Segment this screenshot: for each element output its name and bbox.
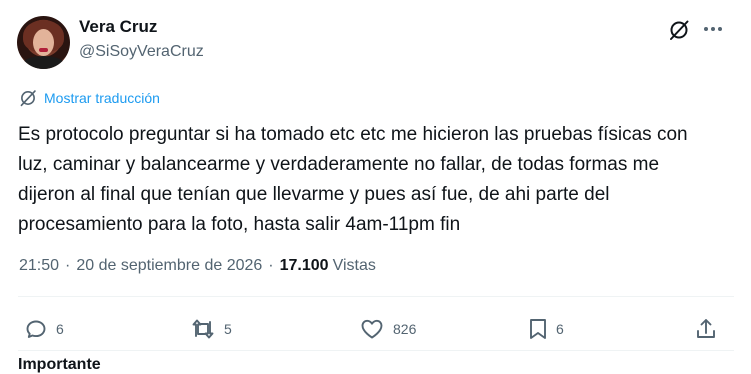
reply-count: 6 (56, 321, 64, 337)
divider (18, 296, 734, 297)
bookmark-button[interactable]: 6 (528, 317, 564, 341)
share-button[interactable] (694, 317, 718, 341)
reply-button[interactable]: 6 (24, 317, 64, 341)
grok-icon[interactable] (668, 19, 690, 41)
bookmark-icon (528, 317, 548, 341)
share-icon (694, 317, 718, 341)
avatar[interactable] (17, 16, 70, 69)
repost-button[interactable]: 5 (190, 317, 232, 341)
meta-separator: · (268, 257, 274, 274)
like-count: 826 (393, 321, 417, 337)
divider (18, 350, 734, 351)
avatar-lips (39, 48, 48, 52)
reply-icon (24, 317, 48, 341)
author-name[interactable]: Vera Cruz (79, 17, 157, 37)
show-translation-button[interactable]: Mostrar traducción (19, 89, 160, 107)
avatar-shoulder (21, 56, 66, 69)
meta-separator: · (65, 257, 71, 274)
tweet-time[interactable]: 21:50 (19, 257, 59, 275)
tweet-text: Es protocolo preguntar si ha tomado etc … (18, 124, 688, 235)
translate-icon (19, 89, 37, 107)
repost-icon (190, 317, 216, 341)
tweet-date[interactable]: 20 de septiembre de 2026 (76, 257, 262, 275)
tweet-meta: 21:50 · 20 de septiembre de 2026 · 17.10… (19, 257, 376, 275)
bookmark-count: 6 (556, 321, 564, 337)
author-handle[interactable]: @SiSoyVeraCruz (79, 43, 204, 61)
like-button[interactable]: 826 (359, 317, 416, 341)
show-translation-label: Mostrar traducción (44, 90, 160, 106)
views-count: 17.100 (279, 257, 329, 274)
views-label: Vistas (332, 257, 376, 274)
repost-count: 5 (224, 321, 232, 337)
section-heading-partial: Importante (18, 356, 101, 373)
like-icon (359, 317, 385, 341)
more-icon[interactable] (701, 17, 725, 41)
